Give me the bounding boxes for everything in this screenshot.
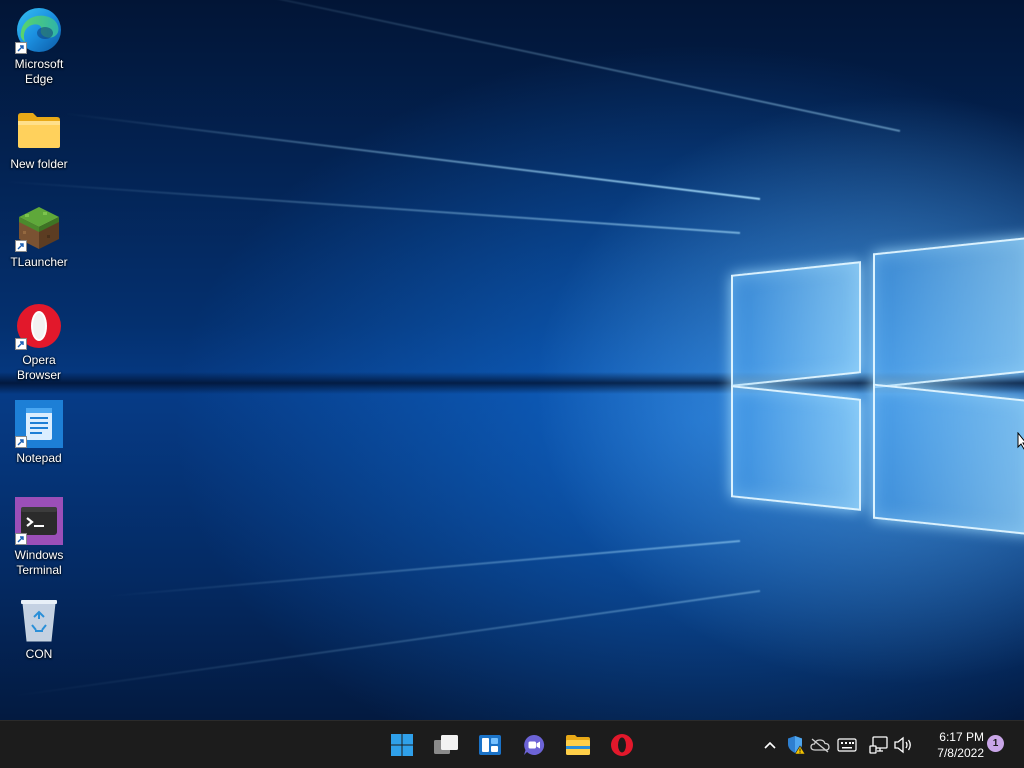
- notification-badge[interactable]: 1: [987, 735, 1004, 752]
- desktop-icon-label: Microsoft Edge: [14, 57, 64, 86]
- clock-time: 6:17 PM: [939, 730, 984, 744]
- recycle-bin-icon: [15, 596, 63, 644]
- task-view-button[interactable]: [428, 727, 464, 763]
- file-explorer-button[interactable]: [560, 727, 596, 763]
- security-shield-icon: [788, 736, 806, 755]
- windows-start-icon: [391, 734, 413, 756]
- light-beam: [7, 590, 761, 698]
- volume-tray[interactable]: [891, 733, 915, 757]
- shortcut-arrow-icon: [15, 338, 27, 350]
- chat-button[interactable]: [516, 727, 552, 763]
- logo-pane-top-left: [731, 261, 861, 387]
- taskbar: 6:17 PM 7/8/2022: [0, 720, 1024, 768]
- light-beam: [136, 0, 901, 132]
- logo-pane-bottom-left: [731, 385, 861, 511]
- opera-icon: [611, 734, 633, 756]
- chevron-up-icon: [764, 741, 776, 749]
- speaker-icon: [894, 736, 911, 754]
- network-tray[interactable]: [867, 733, 891, 757]
- desktop-icon-con[interactable]: CON: [4, 596, 74, 662]
- desktop-icon-new-folder[interactable]: New folder: [4, 106, 74, 172]
- logo-pane-bottom-right: [873, 383, 1024, 536]
- onedrive-tray[interactable]: [808, 733, 832, 757]
- notepad-icon: [15, 400, 63, 448]
- desktop-icon-label: Opera Browser: [16, 353, 61, 382]
- light-beam: [65, 112, 761, 200]
- shortcut-arrow-icon: [15, 533, 27, 545]
- horizon-shadow: [0, 372, 1024, 394]
- desktop-wallpaper[interactable]: [0, 0, 1024, 720]
- light-beam: [102, 540, 741, 598]
- clock[interactable]: 6:17 PM 7/8/2022: [920, 729, 984, 761]
- desktop-icon-label: TLauncher: [10, 255, 68, 269]
- desktop-icon-microsoft-edge[interactable]: Microsoft Edge: [4, 6, 74, 87]
- shortcut-arrow-icon: [15, 240, 27, 252]
- windows-security-tray[interactable]: [784, 733, 808, 757]
- shortcut-arrow-icon: [15, 42, 27, 54]
- clock-date: 7/8/2022: [937, 746, 984, 760]
- edge-icon: [15, 6, 63, 54]
- desktop-icon-tlauncher[interactable]: TLauncher: [4, 204, 74, 270]
- grass-block-icon: [15, 204, 63, 252]
- onedrive-offline-icon: [810, 738, 830, 753]
- desktop-icon-label: CON: [25, 647, 53, 661]
- desktop-icon-label: New folder: [10, 157, 68, 171]
- opera-icon: [15, 302, 63, 350]
- shortcut-arrow-icon: [15, 436, 27, 448]
- desktop-icon-windows-terminal[interactable]: Windows Terminal: [4, 497, 74, 578]
- light-beam: [1, 180, 741, 234]
- teams-chat-icon: [524, 734, 545, 755]
- task-view-icon: [434, 735, 458, 754]
- mouse-cursor-icon: [1017, 431, 1024, 455]
- keyboard-icon: [837, 738, 857, 752]
- show-hidden-icons-button[interactable]: [758, 733, 782, 757]
- file-explorer-icon: [566, 735, 590, 755]
- logo-pane-top-right: [873, 236, 1024, 389]
- desktop-icon-opera-browser[interactable]: Opera Browser: [4, 302, 74, 383]
- desktop-icon-notepad[interactable]: Notepad: [4, 400, 74, 466]
- terminal-icon: [15, 497, 63, 545]
- widgets-icon: [479, 735, 501, 755]
- folder-icon: [15, 106, 63, 154]
- widgets-button[interactable]: [472, 727, 508, 763]
- network-icon: [869, 736, 888, 754]
- desktop-icon-label: Notepad: [16, 451, 62, 465]
- touch-keyboard-tray[interactable]: [835, 733, 859, 757]
- start-button[interactable]: [384, 727, 420, 763]
- desktop-icon-label: Windows Terminal: [14, 548, 64, 577]
- opera-taskbar-button[interactable]: [604, 727, 640, 763]
